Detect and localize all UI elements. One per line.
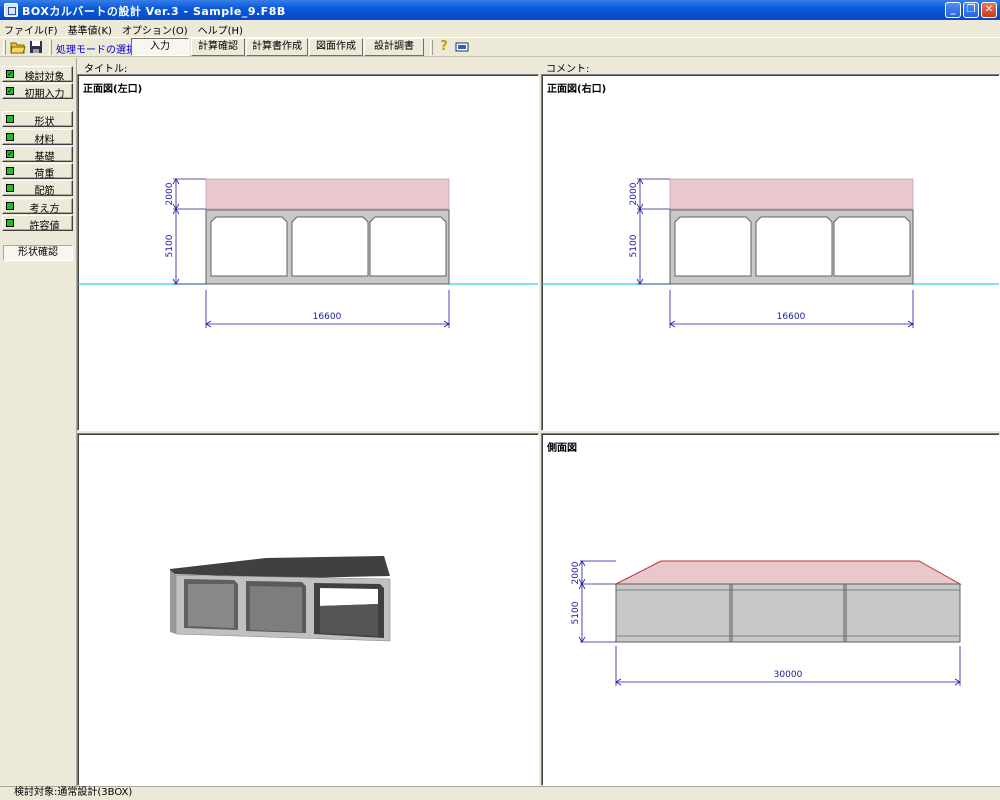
status-indicator-icon <box>6 133 14 141</box>
sidebar-item-rebar[interactable]: 配筋 <box>2 180 73 197</box>
dim-width-label: 16600 <box>313 312 342 322</box>
cell-opening <box>291 216 369 277</box>
front-view-left-panel[interactable]: 2000 5100 16600 正面図(左口) <box>77 74 539 431</box>
status-indicator-icon <box>6 202 14 210</box>
view-title: 正面図(右口) <box>547 84 607 95</box>
dim-height-label: 5100 <box>571 601 581 624</box>
mode-label: 処理モードの選択 <box>56 45 136 56</box>
window-title: BOXカルバートの設計 Ver.3 - Sample_9.F8B <box>22 5 286 18</box>
fill-soil <box>669 178 914 210</box>
side-view-panel[interactable]: 2000 5100 30000 側面図 <box>541 433 1000 786</box>
cell-opening <box>674 216 752 277</box>
view-title: 側面図 <box>547 443 577 454</box>
status-indicator-icon <box>6 219 14 227</box>
menu-standards[interactable]: 基準値(K) <box>63 20 117 37</box>
sidebar-item-foundation[interactable]: ✓ 基礎 <box>2 146 73 163</box>
cell-far-opening <box>320 588 378 606</box>
monitor-icon[interactable] <box>454 39 470 55</box>
app-icon[interactable] <box>4 3 18 17</box>
sidebar-item-label: 初期入力 <box>24 89 65 100</box>
menu-options[interactable]: オプション(O) <box>117 20 193 37</box>
cell-opening <box>755 216 833 277</box>
sidebar-item-allowable[interactable]: 許容値 <box>2 215 73 232</box>
mode-drawing-button[interactable]: 図面作成 <box>309 38 363 56</box>
help-icon[interactable]: ? <box>436 39 452 55</box>
dim-width-label: 16600 <box>777 312 806 322</box>
front-view-left-drawing: 2000 5100 16600 <box>78 178 538 328</box>
status-bar: 検討対象:通常設計(3BOX) <box>0 786 1000 800</box>
toolbar: 処理モードの選択 入力 計算確認 計算書作成 図面作成 設計調書 ? <box>0 37 1000 57</box>
cell-opening <box>833 216 911 277</box>
status-indicator-icon <box>6 184 14 192</box>
sidebar-item-label: 基礎 <box>34 152 55 163</box>
menu-help[interactable]: ヘルプ(H) <box>193 20 248 37</box>
save-icon[interactable] <box>28 39 44 55</box>
front-view-right-drawing: 2000 5100 16600 <box>542 178 999 328</box>
sidebar-item-approach[interactable]: 考え方 <box>2 198 73 215</box>
view-title: 正面図(左口) <box>83 84 143 95</box>
dim-width-label: 30000 <box>774 670 803 680</box>
cell-opening <box>369 216 447 277</box>
culvert-top-surface <box>170 556 390 578</box>
side-view-drawing: 2000 5100 30000 <box>571 560 962 686</box>
fill-soil <box>615 560 962 585</box>
sidebar-item-label: 許容値 <box>29 221 60 232</box>
mode-design-sheet-button[interactable]: 設計調書 <box>364 38 424 56</box>
status-indicator-icon <box>6 167 14 175</box>
sidebar-item-label: 検討対象 <box>24 72 65 83</box>
dim-height-label: 5100 <box>165 234 175 257</box>
culvert-side <box>615 583 961 643</box>
toolbar-separator <box>49 40 52 55</box>
dim-top-label: 2000 <box>629 182 639 205</box>
sidebar-item-material[interactable]: 材料 <box>2 129 73 146</box>
title-bar: BOXカルバートの設計 Ver.3 - Sample_9.F8B _ ❐ ✕ <box>0 0 1000 20</box>
toolbar-grip <box>3 40 6 55</box>
toolbar-separator <box>430 40 433 55</box>
fill-soil <box>205 178 450 210</box>
dim-top-label: 2000 <box>571 561 581 584</box>
shape-check-button[interactable]: 形状確認 <box>3 245 73 261</box>
folder-open-icon[interactable] <box>10 39 26 55</box>
perspective-drawing <box>170 556 391 642</box>
menu-bar: ファイル(F) 基準値(K) オプション(O) ヘルプ(H) <box>0 20 1000 37</box>
close-button[interactable]: ✕ <box>981 2 997 18</box>
mode-calc-check-button[interactable]: 計算確認 <box>191 38 245 56</box>
mode-report-button[interactable]: 計算書作成 <box>246 38 308 56</box>
cell-interior <box>188 584 234 628</box>
culvert-left-edge <box>170 570 176 634</box>
restore-button[interactable]: ❐ <box>963 2 979 18</box>
sidebar-item-label: 材料 <box>34 135 55 146</box>
front-view-right-panel[interactable]: 2000 5100 16600 正面図(右口) <box>541 74 1000 431</box>
status-indicator-icon <box>6 115 14 123</box>
cell-interior <box>250 586 302 632</box>
check-icon: ✓ <box>6 70 14 78</box>
mode-input-button[interactable]: 入力 <box>131 38 189 56</box>
dim-top-label: 2000 <box>165 182 175 205</box>
sidebar-item-initial-input[interactable]: ✓ 初期入力 <box>2 83 73 100</box>
cell-opening <box>210 216 288 277</box>
menu-file[interactable]: ファイル(F) <box>0 20 63 37</box>
sidebar-item-shape[interactable]: 形状 <box>2 111 73 128</box>
check-icon: ✓ <box>6 150 14 158</box>
sidebar-item-load[interactable]: 荷重 <box>2 163 73 180</box>
sidebar-item-target[interactable]: ✓ 検討対象 <box>2 66 73 83</box>
sidebar-item-label: 配筋 <box>34 186 55 197</box>
check-icon: ✓ <box>6 87 14 95</box>
comment-header: コメント: <box>542 58 997 75</box>
sidebar-item-label: 考え方 <box>29 204 60 215</box>
sidebar-item-label: 荷重 <box>34 169 55 180</box>
sidebar-item-label: 形状 <box>34 117 55 128</box>
minimize-button[interactable]: _ <box>945 2 961 18</box>
perspective-view-panel[interactable] <box>77 433 539 786</box>
dim-height-label: 5100 <box>629 234 639 257</box>
title-header: タイトル: <box>80 58 535 75</box>
input-sidebar: ✓ 検討対象 ✓ 初期入力 形状 材料 ✓ 基礎 荷重 配筋 考え方 許容値 形… <box>0 58 77 786</box>
cell-floor <box>320 604 378 636</box>
